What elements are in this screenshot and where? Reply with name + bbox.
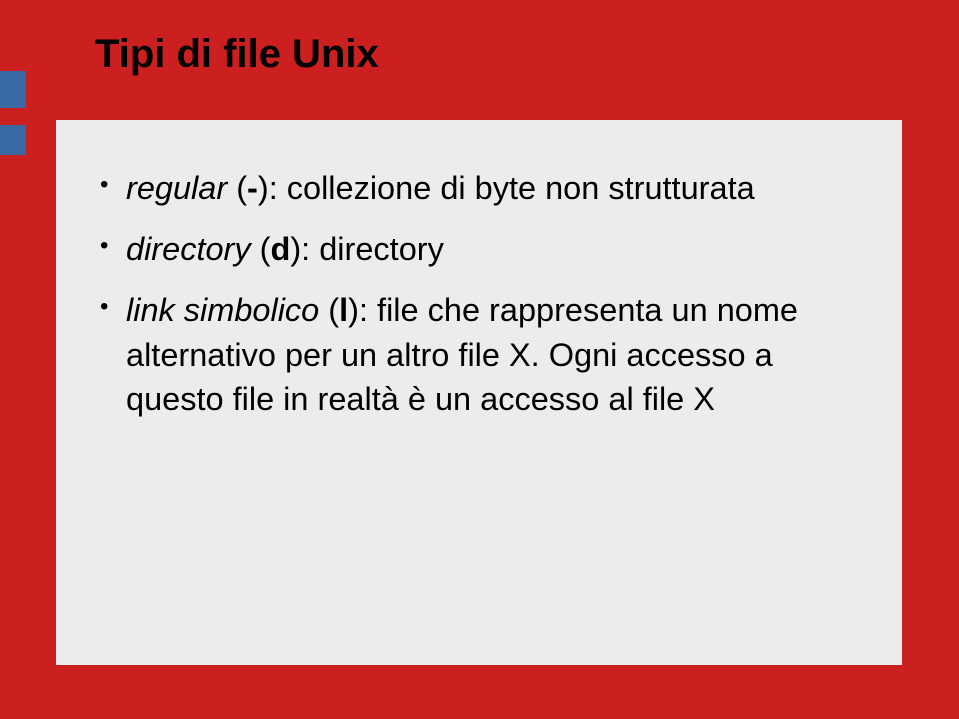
bullet-list: regular (-): collezione di byte non stru… xyxy=(100,166,862,422)
list-item: link simbolico (l): file che rappresenta… xyxy=(100,288,862,423)
type-symbol: l xyxy=(339,292,348,328)
paren-open: ( xyxy=(251,231,271,267)
type-name: directory xyxy=(126,231,251,267)
type-name: regular xyxy=(126,170,227,206)
paren-open: ( xyxy=(227,170,247,206)
type-name: link simbolico xyxy=(126,292,319,328)
slide-title: Tipi di file Unix xyxy=(95,32,379,77)
slide-body: regular (-): collezione di byte non stru… xyxy=(56,120,902,665)
accent-bar-top xyxy=(0,71,26,108)
list-item: regular (-): collezione di byte non stru… xyxy=(100,166,862,211)
type-symbol: - xyxy=(247,170,258,206)
accent-bar-mid xyxy=(0,125,26,155)
type-desc: directory xyxy=(319,231,444,267)
colon: : xyxy=(269,170,287,206)
type-symbol: d xyxy=(270,231,290,267)
paren-close: ) xyxy=(348,292,359,328)
paren-open: ( xyxy=(319,292,339,328)
list-item: directory (d): directory xyxy=(100,227,862,272)
colon: : xyxy=(301,231,319,267)
type-desc: collezione di byte non strutturata xyxy=(287,170,755,206)
colon: : xyxy=(359,292,377,328)
paren-close: ) xyxy=(290,231,301,267)
paren-close: ) xyxy=(258,170,269,206)
